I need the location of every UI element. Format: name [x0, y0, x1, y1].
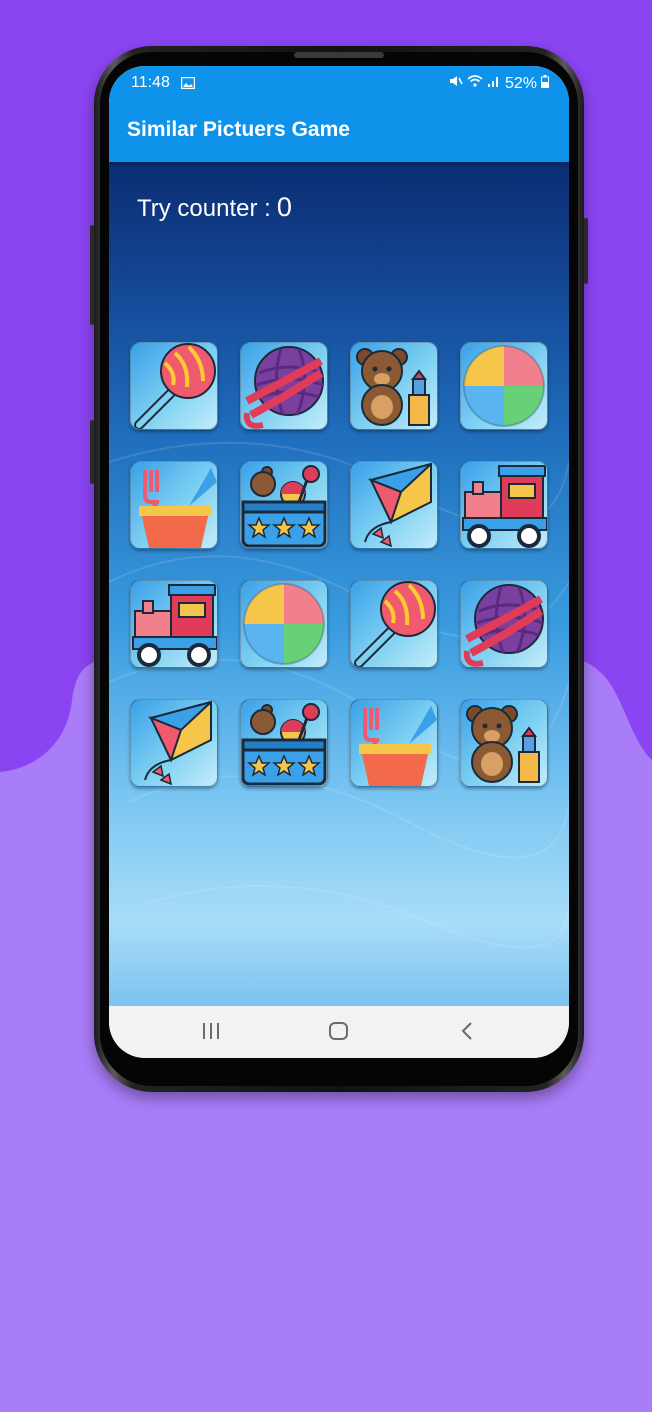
card-kite[interactable] — [130, 699, 218, 787]
try-counter-label: Try counter : — [137, 195, 271, 222]
status-time: 11:48 — [131, 74, 170, 91]
rattle-icon — [354, 581, 436, 667]
card-sand-bucket[interactable] — [350, 699, 438, 787]
card-beach-ball[interactable] — [460, 342, 548, 430]
toy-box-icon — [241, 465, 327, 548]
game-area: Try counter :0 — [109, 162, 569, 1006]
card-toy-train[interactable] — [130, 580, 218, 668]
battery-icon — [541, 74, 549, 93]
toy-train-icon — [132, 584, 217, 667]
teddy-bear-icon — [466, 705, 540, 783]
kite-icon — [364, 462, 432, 548]
status-bar: 11:48 52% — [109, 66, 569, 100]
card-teddy-bear[interactable] — [460, 699, 548, 787]
bixby-button — [90, 420, 94, 484]
app-bar: Similar Pictuers Game — [109, 100, 569, 162]
beach-ball-icon — [243, 583, 325, 665]
sand-bucket-icon — [139, 468, 217, 548]
back-icon[interactable] — [459, 1020, 475, 1047]
card-sand-bucket[interactable] — [130, 461, 218, 549]
navigation-bar — [109, 1006, 569, 1058]
wifi-icon — [467, 74, 483, 93]
card-beach-ball[interactable] — [240, 580, 328, 668]
toy-box-icon — [241, 703, 327, 786]
card-kite[interactable] — [350, 461, 438, 549]
recent-apps-icon[interactable] — [201, 1020, 221, 1047]
battery-text: 52% — [504, 74, 537, 92]
signal-icon — [487, 74, 501, 93]
earpiece — [294, 52, 384, 58]
card-toy-train[interactable] — [460, 461, 548, 549]
yarn-ball-icon — [463, 584, 544, 667]
card-toy-box[interactable] — [240, 699, 328, 787]
try-counter-value: 0 — [276, 192, 292, 222]
volume-button — [90, 225, 94, 325]
mute-icon — [449, 74, 463, 93]
try-counter: Try counter :0 — [137, 192, 292, 223]
home-icon[interactable] — [328, 1020, 350, 1047]
teddy-bear-icon — [356, 348, 430, 426]
card-teddy-bear[interactable] — [350, 342, 438, 430]
power-button — [584, 218, 588, 284]
card-toy-box[interactable] — [240, 461, 328, 549]
rattle-icon — [134, 343, 216, 429]
app-title: Similar Pictuers Game — [127, 118, 350, 141]
beach-ball-icon — [463, 345, 545, 427]
card-rattle[interactable] — [130, 342, 218, 430]
card-yarn-ball[interactable] — [460, 580, 548, 668]
card-yarn-ball[interactable] — [240, 342, 328, 430]
toy-train-icon — [462, 465, 547, 548]
card-rattle[interactable] — [350, 580, 438, 668]
phone-screen: 11:48 52% Similar Pictuers Game Try coun… — [109, 66, 569, 1058]
sand-bucket-icon — [359, 706, 437, 786]
kite-icon — [144, 700, 212, 786]
yarn-ball-icon — [243, 346, 324, 429]
image-icon — [180, 76, 196, 94]
